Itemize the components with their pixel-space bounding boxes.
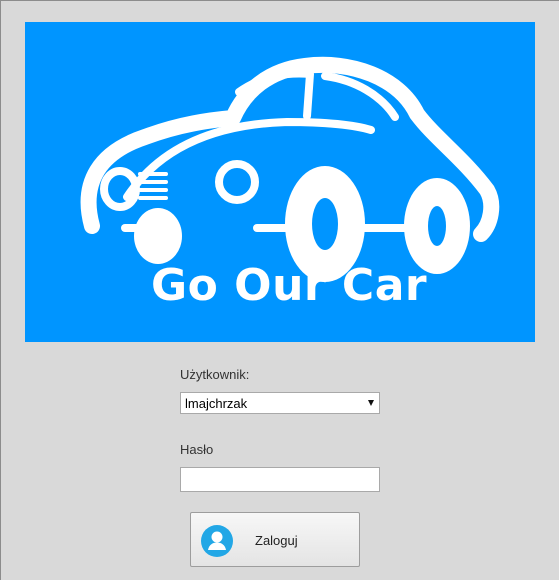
user-select-value: lmajchrzak — [185, 396, 248, 411]
logo-text: Go Our Car — [151, 260, 428, 311]
password-field[interactable] — [180, 467, 380, 492]
login-button[interactable]: Zaloguj — [190, 512, 360, 567]
password-label: Hasło — [180, 442, 214, 457]
login-window: Go Our Car Użytkownik: lmajchrzak Hasło … — [1, 1, 559, 580]
logo-banner: Go Our Car — [25, 22, 535, 342]
login-label: Zaloguj — [255, 533, 298, 548]
user-select[interactable]: lmajchrzak — [180, 392, 380, 414]
user-label: Użytkownik: — [180, 367, 250, 382]
chevron-down-icon — [368, 400, 374, 406]
user-icon — [201, 525, 233, 557]
